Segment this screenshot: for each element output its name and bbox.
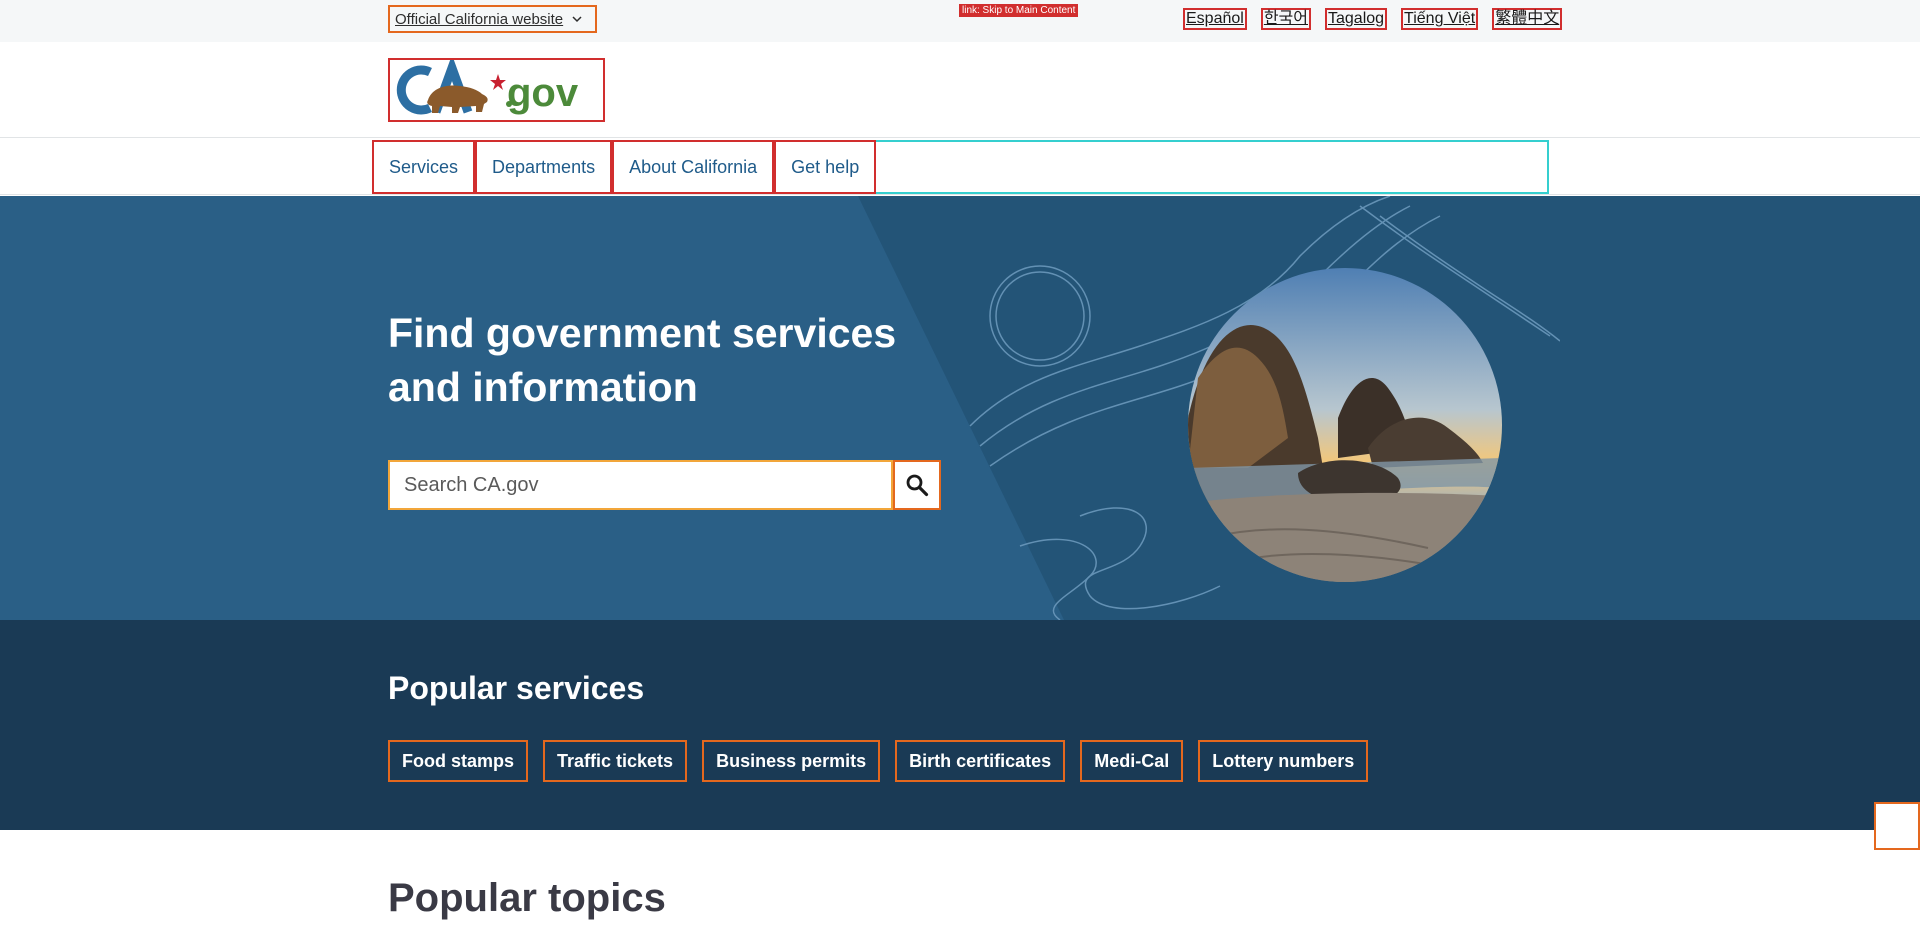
service-button-traffic-tickets[interactable]: Traffic tickets: [543, 740, 688, 782]
nav-item-about-california[interactable]: About California: [612, 140, 775, 194]
language-links: Español 한국어 Tagalog Tiếng Việt 繁體中文: [1183, 8, 1563, 30]
popular-services-section: Popular services Food stamps Traffic tic…: [0, 620, 1920, 830]
search-input[interactable]: [388, 460, 893, 510]
nav-item-services[interactable]: Services: [372, 140, 476, 194]
floating-button[interactable]: [1874, 802, 1920, 850]
beach-photo: [1188, 268, 1502, 582]
official-website-button[interactable]: Official California website: [388, 5, 598, 33]
language-link-espanol[interactable]: Español: [1183, 8, 1247, 30]
nav-item-departments[interactable]: Departments: [475, 140, 613, 194]
utility-bar: Official California website link: Skip t…: [0, 0, 1920, 42]
popular-services-title: Popular services: [388, 670, 645, 706]
language-link-korean[interactable]: 한국어: [1260, 8, 1311, 30]
official-website-label: Official California website: [395, 10, 564, 28]
service-list: Food stamps Traffic tickets Business per…: [388, 740, 1369, 782]
hero-section: Find government services and information: [0, 196, 1920, 620]
chevron-down-icon: [572, 16, 582, 23]
skip-to-main-link[interactable]: link: Skip to Main Content: [959, 4, 1079, 17]
language-link-vietnamese[interactable]: Tiếng Việt: [1401, 8, 1479, 30]
search-submit-button[interactable]: [893, 460, 941, 510]
nav-item-get-help[interactable]: Get help: [774, 140, 877, 194]
svg-text:gov: gov: [507, 71, 579, 115]
ca-gov-logo-link[interactable]: gov: [388, 58, 605, 122]
branding-header: gov: [0, 42, 1920, 138]
service-button-food-stamps[interactable]: Food stamps: [388, 740, 529, 782]
service-button-lottery-numbers[interactable]: Lottery numbers: [1198, 740, 1369, 782]
search-form: [388, 460, 941, 510]
popular-topics-title: Popular topics: [388, 876, 666, 920]
language-link-tagalog[interactable]: Tagalog: [1325, 8, 1388, 30]
main-navigation: Services Departments About California Ge…: [0, 138, 1920, 195]
ca-gov-logo: gov: [396, 60, 579, 115]
service-button-medi-cal[interactable]: Medi-Cal: [1080, 740, 1184, 782]
language-link-chinese[interactable]: 繁體中文: [1492, 8, 1563, 30]
service-button-business-permits[interactable]: Business permits: [702, 740, 881, 782]
hero-title: Find government services and information: [388, 310, 897, 410]
service-button-birth-certificates[interactable]: Birth certificates: [895, 740, 1066, 782]
nav-list: Services Departments About California Ge…: [372, 140, 877, 194]
beach-rocks-image: [1188, 268, 1502, 582]
search-icon: [906, 474, 929, 497]
